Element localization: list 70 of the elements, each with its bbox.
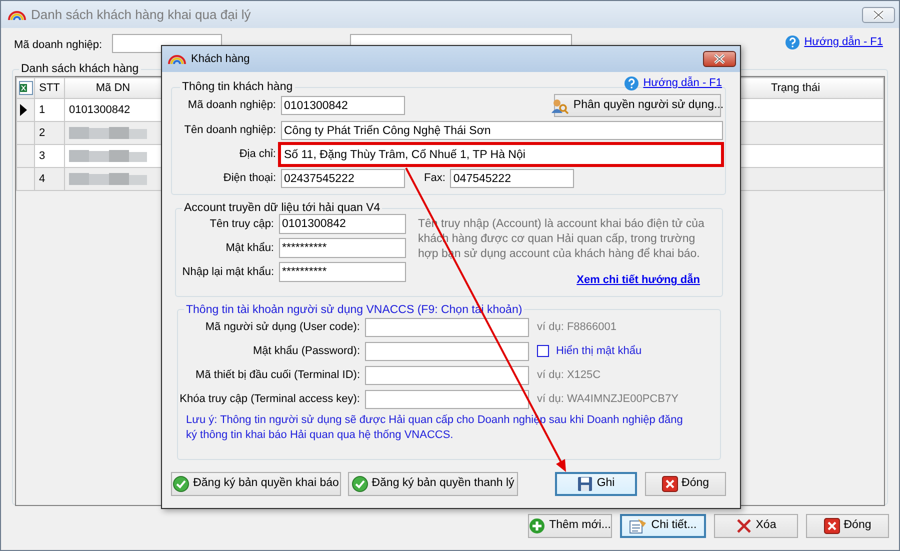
table-cell: 3 [34, 144, 64, 168]
button[interactable]: Xóa [714, 514, 798, 538]
group-title: Danh sách khách hàng [20, 62, 140, 76]
help-link[interactable]: Hướng dẫn - F1 [804, 34, 883, 50]
table-cell: 1 [34, 98, 64, 122]
check-icon [173, 476, 190, 492]
button[interactable]: Đóng [806, 514, 889, 538]
table-cell: 4 [34, 168, 64, 190]
checkbox-label[interactable]: Hiển thị mật khẩu [556, 342, 642, 360]
rainbow-logo-icon [7, 8, 27, 20]
delete-icon [736, 518, 752, 534]
hint-text: ví dụ: WA4IMNZJE00PCB7Y [537, 392, 678, 407]
plus-icon [529, 518, 546, 534]
group-title: Account truyền dữ liệu tới hải quan V4 [183, 201, 382, 215]
window-title: Danh sách khách hàng khai qua đại lý [31, 6, 251, 24]
button[interactable]: Đăng ký bản quyền khai báo [171, 472, 341, 496]
button[interactable]: Thêm mới... [528, 514, 612, 538]
field-label: Nhập lại mật khẩu: [181, 264, 274, 280]
button[interactable]: Phân quyền người sử dụng... [554, 94, 721, 117]
checkbox[interactable] [537, 345, 549, 357]
group-title: Thông tin khách hàng [181, 80, 294, 94]
column-header[interactable]: Mã DN [64, 78, 162, 98]
button[interactable]: Chi tiết... [620, 514, 706, 538]
close-icon [872, 10, 885, 20]
input-field[interactable] [365, 342, 529, 360]
input-field[interactable]: ********** [279, 238, 406, 258]
close-button[interactable] [862, 6, 895, 22]
hint-text: ví dụ: X125C [537, 368, 601, 383]
field-label: Mật khẩu (Password): [252, 344, 360, 359]
guide-link[interactable]: Xem chi tiết hướng dẫn [576, 272, 700, 288]
help-icon [785, 34, 800, 50]
field-label: Mã thiết bị đầu cuối (Terminal ID): [194, 368, 360, 383]
spreadsheet-icon [18, 81, 32, 95]
dialog-title: Khách hàng [191, 52, 250, 67]
input-field[interactable] [365, 366, 529, 384]
input-field[interactable]: 047545222 [450, 169, 574, 188]
input-field[interactable]: 0101300842 [279, 214, 406, 234]
input-field[interactable]: ********** [279, 262, 406, 282]
rainbow-logo-icon [167, 53, 187, 65]
field-label: Địa chỉ: [238, 147, 276, 162]
field-label: Mã doanh nghiệp: [14, 38, 104, 53]
button[interactable]: Đăng ký bản quyền thanh lý [348, 472, 518, 496]
save-icon [576, 476, 593, 492]
help-icon [624, 76, 640, 91]
close-button[interactable] [703, 51, 736, 67]
field-label: Mã doanh nghiệp: [186, 98, 276, 114]
close-icon [824, 518, 840, 534]
field-label: Khóa truy cập (Terminal access key): [178, 392, 360, 407]
input-field[interactable] [365, 318, 529, 336]
check-icon [352, 476, 368, 492]
field-label: Mật khẩu: [224, 240, 274, 256]
input-field[interactable]: 0101300842 [281, 96, 405, 115]
close-icon [713, 54, 726, 64]
hint-text: ví dụ: F8866001 [537, 320, 617, 335]
input-field[interactable]: Công ty Phát Triển Công Nghệ Thái Sơn [281, 121, 723, 140]
button[interactable]: Ghi [555, 472, 637, 496]
field-label: Mã người sử dụng (User code): [204, 320, 360, 335]
close-icon [662, 476, 678, 492]
field-label: Điện thoại: [222, 171, 276, 186]
input-field[interactable]: 02437545222 [281, 169, 405, 188]
field-label: Fax: [424, 171, 446, 186]
table-cell: 2 [34, 122, 64, 144]
field-label: Tên doanh nghiệp: [183, 123, 276, 138]
button[interactable]: Đóng [644, 472, 726, 496]
input-field[interactable] [365, 390, 529, 408]
column-header[interactable]: STT [34, 78, 64, 98]
document-icon [629, 518, 648, 534]
table-cell: 0101300842 [64, 98, 162, 122]
input-field[interactable]: Số 11, Đặng Thùy Trâm, Cổ Nhuế 1, TP Hà Nội [281, 145, 721, 164]
field-label: Tên truy cập: [208, 216, 274, 232]
